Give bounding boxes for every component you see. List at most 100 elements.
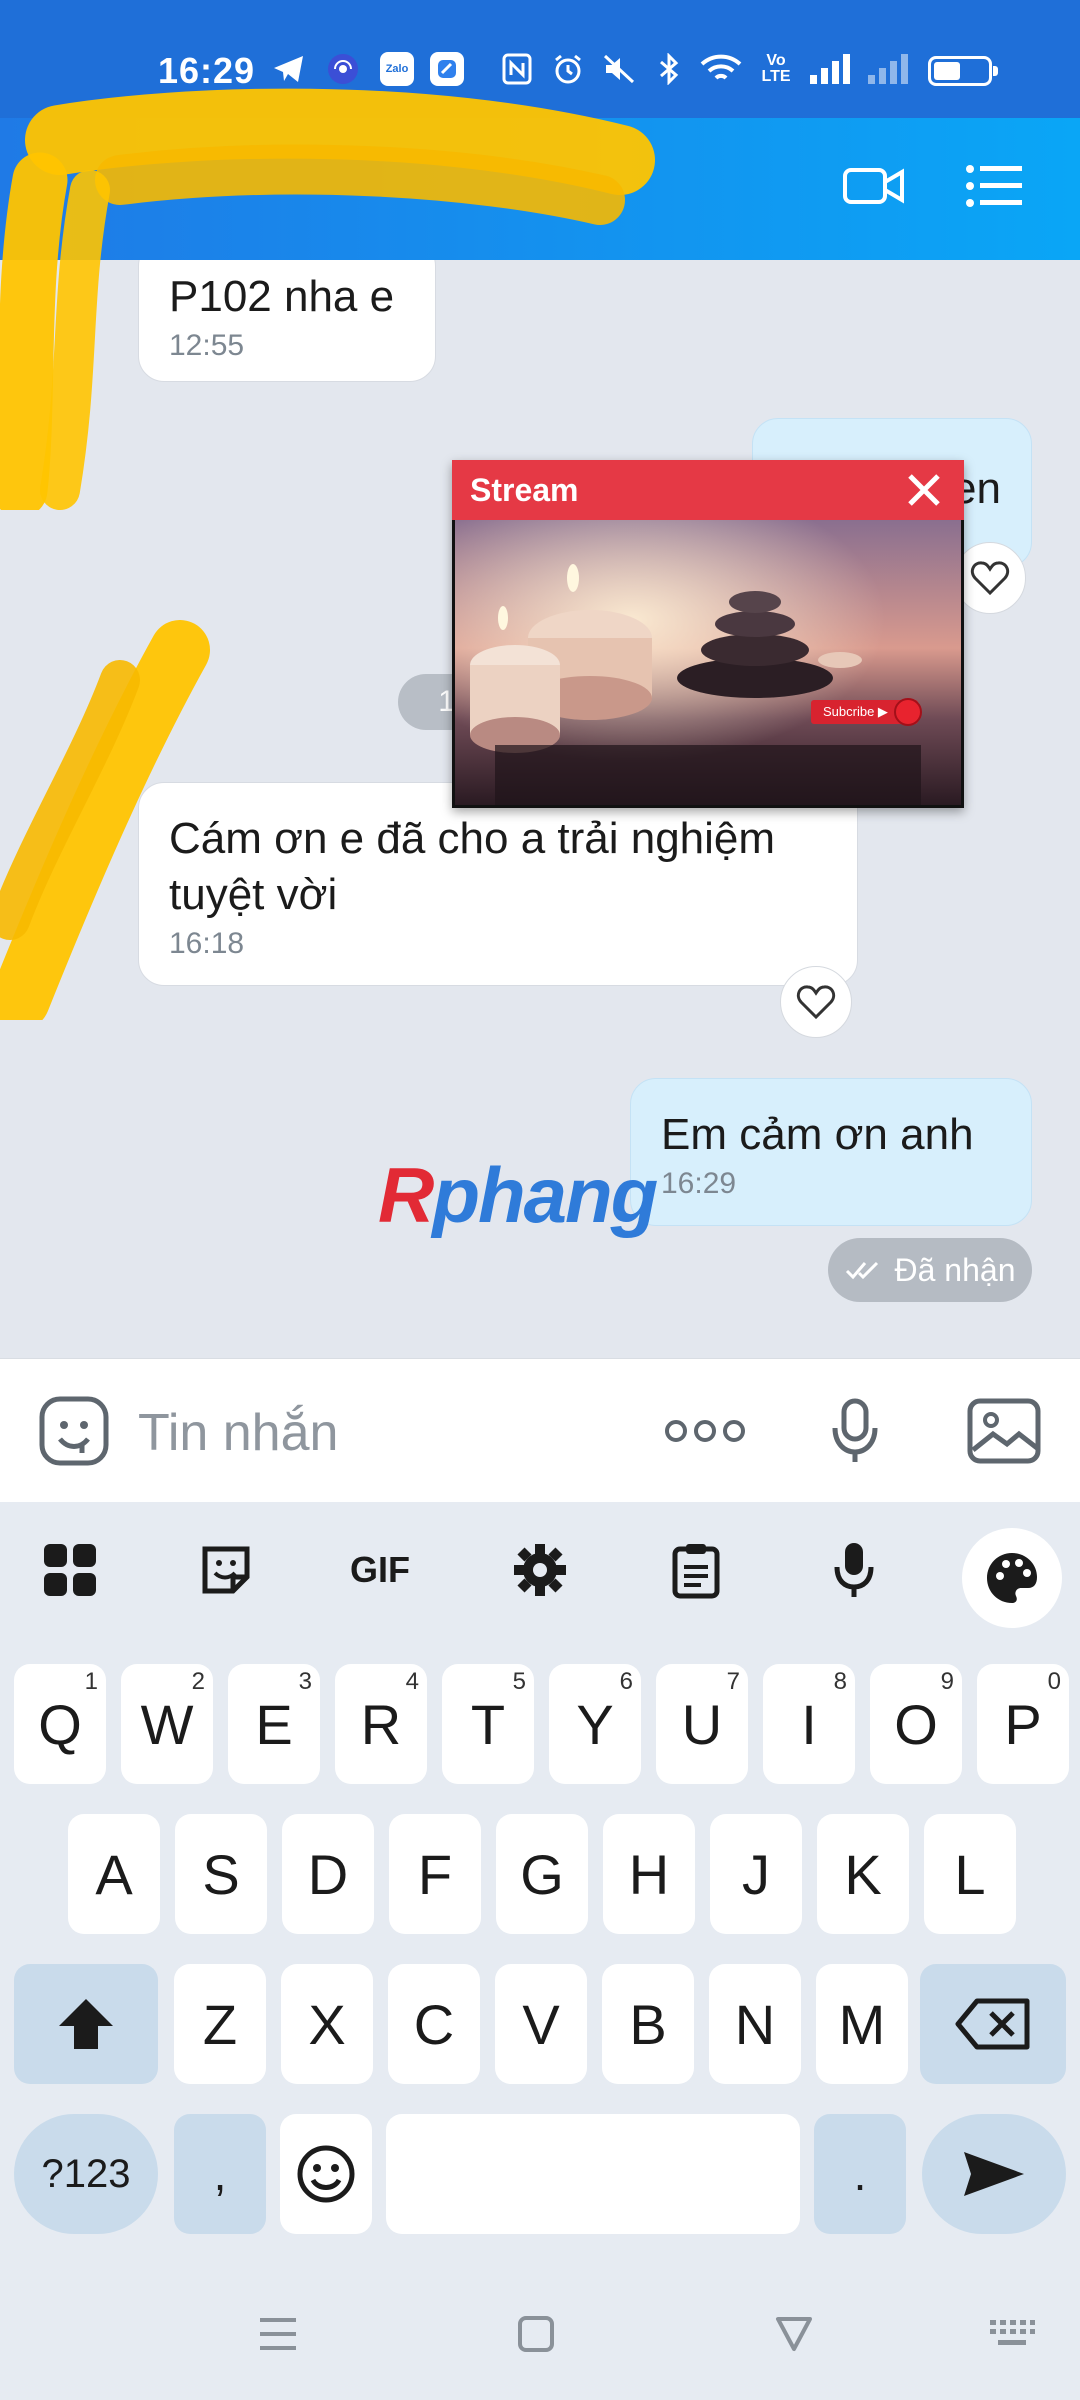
- key-a[interactable]: A: [68, 1814, 160, 1934]
- message-input[interactable]: Tin nhắn: [138, 1403, 338, 1463]
- key-e[interactable]: E3: [228, 1664, 320, 1784]
- key-number-hint: 5: [512, 1668, 526, 1695]
- back-icon[interactable]: [770, 2310, 818, 2358]
- home-icon[interactable]: [512, 2310, 560, 2358]
- microphone-icon[interactable]: [822, 1395, 888, 1467]
- signal-sim2-icon: [866, 52, 910, 86]
- space-key[interactable]: [386, 2114, 800, 2234]
- key-m[interactable]: M: [816, 1964, 908, 2084]
- key-i[interactable]: I8: [763, 1664, 855, 1784]
- watermark-logo: Rphang: [378, 1151, 658, 1239]
- gif-button[interactable]: GIF: [342, 1532, 418, 1608]
- message-text: Cám ơn e đã cho a trải nghiệm tuyệt vời: [169, 814, 776, 919]
- key-label: P: [1004, 1692, 1042, 1756]
- key-d[interactable]: D: [282, 1814, 374, 1934]
- heart-icon: [970, 561, 1010, 596]
- key-o[interactable]: O9: [870, 1664, 962, 1784]
- system-navigation-bar: [0, 2266, 1080, 2400]
- key-label: U: [681, 1692, 723, 1756]
- shift-arrow-icon: [59, 1999, 113, 2049]
- nfc-icon: [502, 52, 532, 86]
- stream-title: Stream: [470, 472, 579, 508]
- key-b[interactable]: B: [602, 1964, 694, 2084]
- stream-overlay[interactable]: Stream Subcribe ▶: [452, 460, 964, 808]
- key-p[interactable]: P0: [977, 1664, 1069, 1784]
- message-text: Em cảm ơn anh: [661, 1110, 974, 1159]
- comma-key[interactable]: ,: [174, 2114, 266, 2234]
- delivery-status-text: Đã nhận: [894, 1251, 1016, 1288]
- more-options-icon[interactable]: [662, 1395, 748, 1467]
- apps-grid-icon[interactable]: [32, 1532, 108, 1608]
- volte-icon: Vo LTE: [761, 52, 791, 85]
- keyboard-hide-icon[interactable]: [988, 2310, 1036, 2358]
- key-label: O: [894, 1692, 938, 1756]
- video-call-icon[interactable]: [842, 154, 906, 218]
- key-t[interactable]: T5: [442, 1664, 534, 1784]
- wifi-icon: [700, 52, 742, 86]
- symbols-key[interactable]: ?123: [14, 2114, 158, 2234]
- close-icon[interactable]: [902, 468, 946, 512]
- key-x[interactable]: X: [281, 1964, 373, 2084]
- key-v[interactable]: V: [495, 1964, 587, 2084]
- key-g[interactable]: G: [496, 1814, 588, 1934]
- key-j[interactable]: J: [710, 1814, 802, 1934]
- stream-title-bar[interactable]: Stream: [452, 460, 964, 520]
- hotspot-icon: [326, 52, 360, 86]
- key-label: I: [801, 1692, 817, 1756]
- key-label: R: [360, 1692, 402, 1756]
- voice-input-icon[interactable]: [816, 1532, 892, 1608]
- key-label: T: [470, 1692, 506, 1756]
- message-bubble-received[interactable]: P102 nha e 12:55: [138, 260, 436, 382]
- key-c[interactable]: C: [388, 1964, 480, 2084]
- key-label: Z: [202, 1992, 238, 2056]
- emoji-key[interactable]: [280, 2114, 372, 2234]
- image-gallery-icon[interactable]: [966, 1395, 1042, 1467]
- key-n[interactable]: N: [709, 1964, 801, 2084]
- key-s[interactable]: S: [175, 1814, 267, 1934]
- key-r[interactable]: R4: [335, 1664, 427, 1784]
- message-bubble-received[interactable]: Cám ơn e đã cho a trải nghiệm tuyệt vời …: [138, 782, 858, 986]
- stream-video[interactable]: Subcribe ▶: [455, 520, 961, 805]
- key-f[interactable]: F: [389, 1814, 481, 1934]
- key-label: M: [838, 1992, 886, 2056]
- key-number-hint: 0: [1047, 1668, 1061, 1695]
- key-label: Y: [576, 1692, 614, 1756]
- key-l[interactable]: L: [924, 1814, 1016, 1934]
- theme-palette-icon[interactable]: [962, 1528, 1062, 1628]
- heart-reaction-button[interactable]: [954, 542, 1026, 614]
- key-label: J: [742, 1842, 770, 1906]
- chat-header: [0, 118, 1080, 260]
- period-key[interactable]: .: [814, 2114, 906, 2234]
- key-q[interactable]: Q1: [14, 1664, 106, 1784]
- key-label: A: [95, 1842, 133, 1906]
- sticker-icon[interactable]: [188, 1532, 264, 1608]
- key-k[interactable]: K: [817, 1814, 909, 1934]
- key-number-hint: 3: [298, 1668, 312, 1695]
- key-u[interactable]: U7: [656, 1664, 748, 1784]
- bluetooth-icon: [658, 52, 680, 86]
- key-label: W: [140, 1692, 194, 1756]
- send-key[interactable]: [922, 2114, 1066, 2234]
- smiley-icon: [297, 2145, 355, 2203]
- key-number-hint: 7: [726, 1668, 740, 1695]
- backspace-key[interactable]: [920, 1964, 1066, 2084]
- key-w[interactable]: W2: [121, 1664, 213, 1784]
- heart-icon: [796, 985, 836, 1020]
- key-y[interactable]: Y6: [549, 1664, 641, 1784]
- key-z[interactable]: Z: [174, 1964, 266, 2084]
- message-time: 16:29: [661, 1167, 737, 1200]
- shift-key[interactable]: [14, 1964, 158, 2084]
- sticker-emoji-icon[interactable]: [36, 1395, 112, 1467]
- signal-icon: [808, 52, 852, 86]
- settings-gear-icon[interactable]: [502, 1532, 578, 1608]
- message-bubble-sent[interactable]: Em cảm ơn anh 16:29: [630, 1078, 1032, 1226]
- key-label: F: [417, 1842, 453, 1906]
- key-number-hint: 6: [619, 1668, 633, 1695]
- status-time: 16:29: [158, 50, 256, 91]
- menu-list-icon[interactable]: [962, 154, 1026, 218]
- heart-reaction-button[interactable]: [780, 966, 852, 1038]
- recent-apps-icon[interactable]: [254, 2310, 302, 2358]
- key-h[interactable]: H: [603, 1814, 695, 1934]
- zalo-app-icon: Zalo: [380, 52, 414, 86]
- clipboard-icon[interactable]: [658, 1532, 734, 1608]
